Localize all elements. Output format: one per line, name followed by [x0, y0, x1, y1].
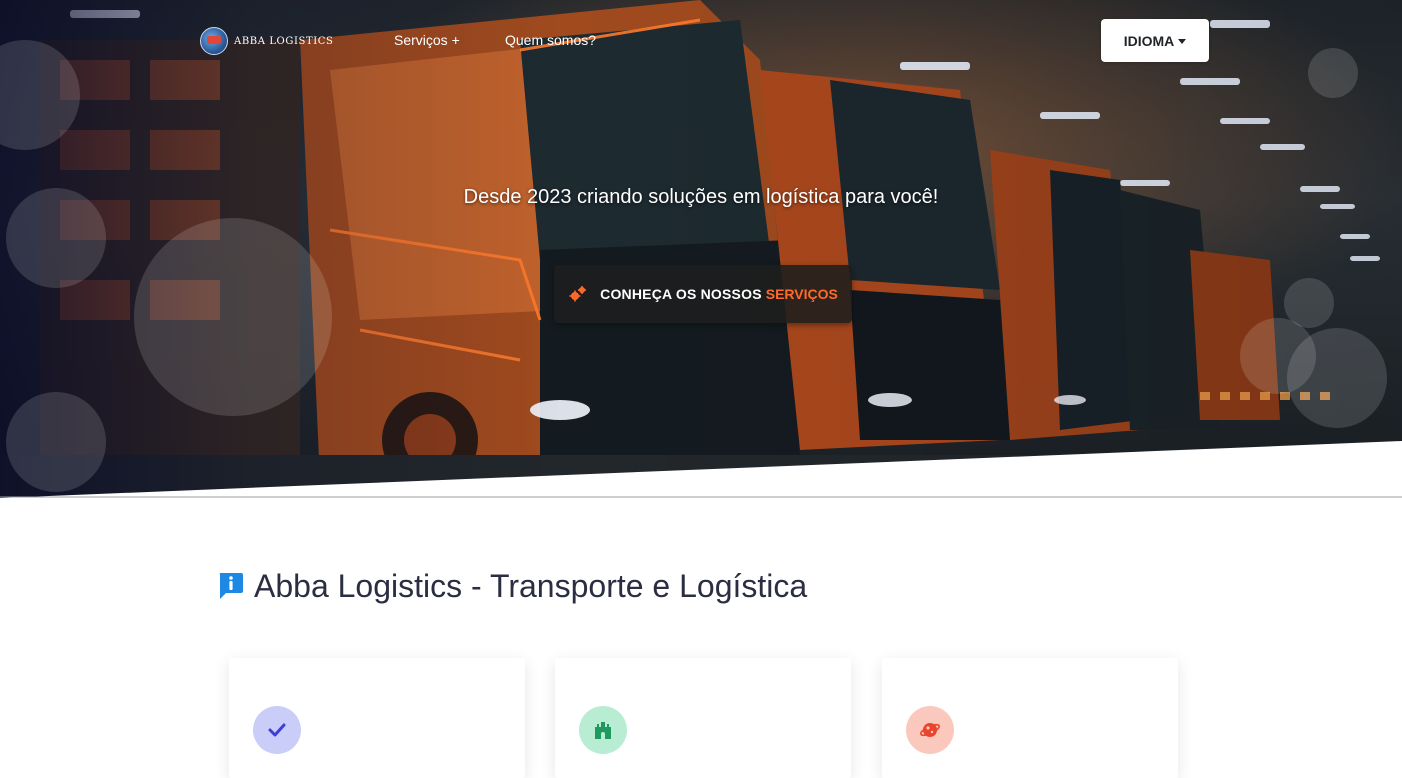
hero-tagline: Desde 2023 criando soluções em logística… [463, 186, 939, 208]
nav-about-link[interactable]: Quem somos? [505, 32, 596, 48]
section-heading: Abba Logistics - Transporte e Logística [217, 566, 807, 606]
brand-name: ABBA LOGISTICS [234, 35, 334, 47]
services-cta-button[interactable]: CONHEÇA OS NOSSOS SERVIÇOS [554, 265, 852, 323]
globe-logo-icon [200, 27, 228, 55]
gears-icon [569, 286, 587, 302]
cta-highlight: SERVIÇOS [765, 286, 838, 302]
info-icon [219, 573, 243, 599]
check-icon [253, 706, 301, 754]
language-label: IDIOMA [1123, 32, 1175, 49]
feature-card [229, 658, 525, 778]
hero-banner: ABBA LOGISTICS Serviços + Quem somos? ID… [0, 0, 1402, 498]
top-navbar: ABBA LOGISTICS Serviços + Quem somos? ID… [200, 19, 1210, 66]
nav-services-link[interactable]: Serviços + [394, 32, 460, 48]
brand-link[interactable]: ABBA LOGISTICS [200, 26, 333, 56]
castle-icon [579, 706, 627, 754]
language-dropdown-button[interactable]: IDIOMA [1101, 19, 1209, 62]
page-title: Abba Logistics - Transporte e Logística [254, 567, 808, 604]
caret-down-icon [1178, 38, 1187, 44]
hero-slant-divider [0, 441, 1402, 498]
cta-label: CONHEÇA OS NOSSOS [600, 286, 762, 302]
feature-card [555, 658, 851, 778]
feature-card [882, 658, 1178, 778]
planet-icon [906, 706, 954, 754]
